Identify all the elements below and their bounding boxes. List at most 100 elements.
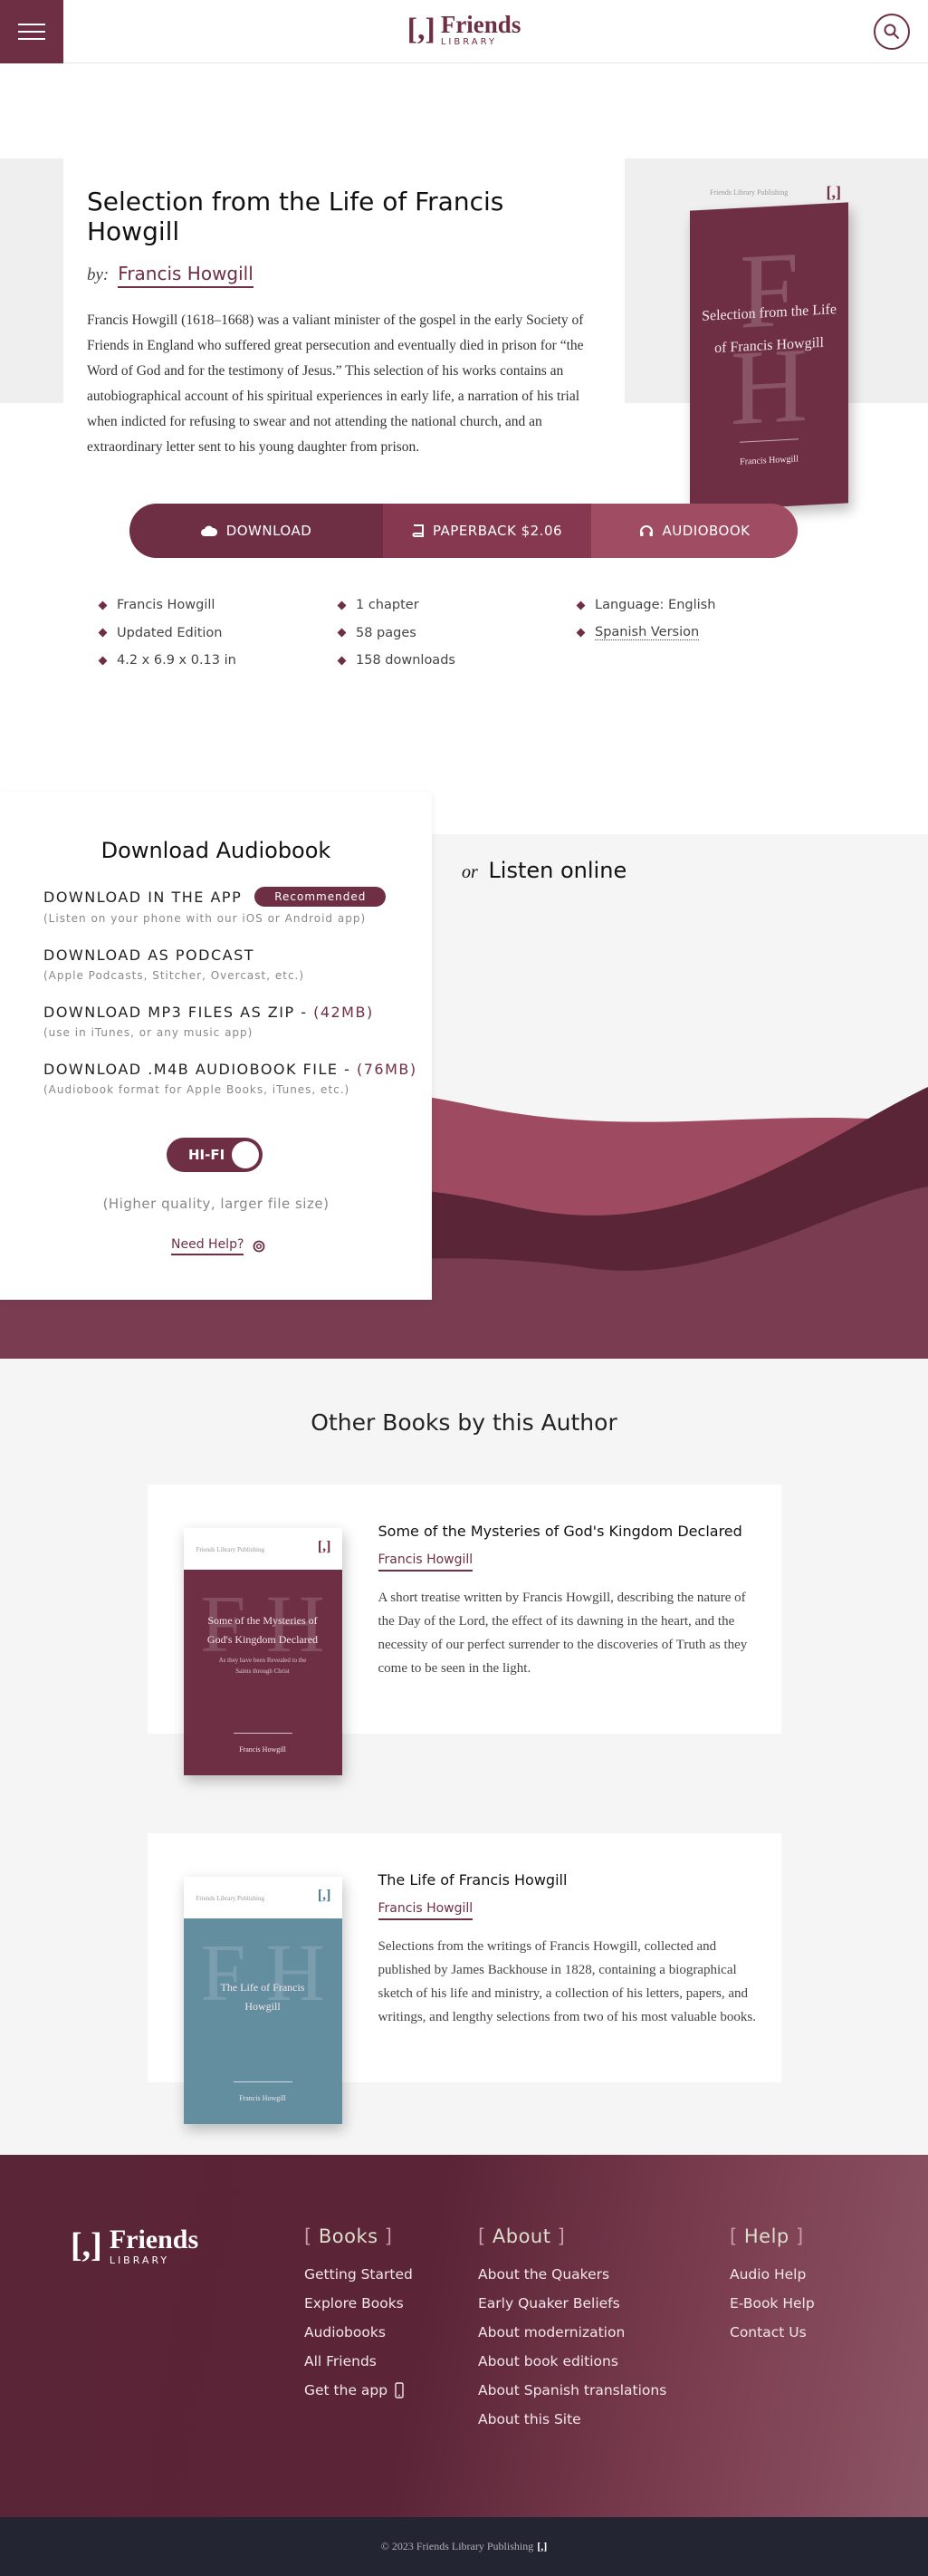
logo-mark: [,] (71, 2226, 102, 2264)
headphones-icon (639, 525, 653, 536)
download-in-app-option[interactable]: DOWNLOAD IN THE APP Recommended (Listen o… (43, 887, 432, 925)
book-cover[interactable]: Friends Library Publishing [,] F H Some … (183, 1528, 342, 1775)
option-description: (Listen on your phone with our iOS or An… (43, 912, 367, 925)
other-books-heading: Other Books by this Author (311, 1409, 617, 1436)
meta-text: Language: English (595, 598, 716, 612)
author-link[interactable]: Francis Howgill (118, 263, 254, 288)
cover-mark: [,] (317, 1888, 331, 1903)
cover-body: F H The Life of Francis Howgill Francis … (183, 1918, 342, 2124)
spanish-version-link[interactable]: Spanish Version (576, 625, 824, 640)
meta-pages: 58 pages (337, 625, 578, 640)
download-podcast-option[interactable]: DOWNLOAD AS PODCAST (Apple Podcasts, Sti… (43, 947, 432, 982)
footer-link[interactable]: Contact Us (730, 2318, 815, 2347)
cover-publisher: Friends Library Publishing (196, 1895, 264, 1902)
book-icon (412, 524, 424, 537)
meta-edition: Updated Edition (98, 625, 339, 640)
diamond-bullet-icon (337, 656, 347, 665)
meta-text: 1 chapter (356, 598, 419, 612)
site-logo[interactable]: [,] Friends LIBRARY (407, 13, 521, 47)
download-audiobook-card: Download Audiobook DOWNLOAD IN THE APP Re… (0, 793, 432, 1300)
footer-link[interactable]: All Friends (304, 2347, 413, 2376)
option-title: DOWNLOAD IN THE APP (43, 888, 243, 906)
option-size: (42MB) (313, 1004, 374, 1021)
copyright-bar: © 2023 Friends Library Publishing [,] (0, 2517, 928, 2576)
meta-author: Francis Howgill (98, 598, 339, 612)
footer-link-get-app[interactable]: Get the app (304, 2376, 413, 2405)
cover-publisher: Friends Library Publishing (196, 1546, 264, 1553)
toggle-knob (232, 1141, 259, 1168)
diamond-bullet-icon (576, 601, 586, 610)
option-title: DOWNLOAD AS PODCAST (43, 947, 255, 964)
download-label: DOWNLOAD (225, 523, 312, 539)
hifi-label: HI-FI (188, 1147, 225, 1163)
cover-author: Francis Howgill (740, 454, 799, 467)
footer-about-column: [ About ] About the Quakers Early Quaker… (478, 2225, 666, 2434)
footer-link[interactable]: Audio Help (730, 2260, 815, 2289)
footer-books-heading: [ Books ] (304, 2225, 393, 2247)
need-help-label: Need Help? (171, 1237, 244, 1255)
book-description: A short treatise written by Francis Howg… (378, 1591, 748, 1676)
audiobook-section: or Listen online Download Audiobook DOWN… (0, 793, 928, 1359)
cover-body: F H Some of the Mysteries of God's Kingd… (183, 1570, 342, 1775)
audiobook-button[interactable]: AUDIOBOOK (591, 504, 798, 558)
cover-mark: [,] (317, 1539, 331, 1554)
footer-help-heading: [ Help ] (730, 2225, 804, 2247)
search-button[interactable] (874, 14, 910, 50)
cloud-icon (200, 525, 217, 536)
footer-link[interactable]: About Spanish translations (478, 2376, 666, 2405)
footer-link[interactable]: About modernization (478, 2318, 666, 2347)
meta-language: Language: English (576, 598, 824, 612)
footer-link-label: Get the app (304, 2382, 388, 2398)
by-label: by: (87, 265, 110, 284)
book-meta: Francis Howgill 1 chapter Language: Engl… (98, 598, 824, 668)
listen-or: or (462, 862, 478, 882)
footer-link[interactable]: Getting Started (304, 2260, 413, 2289)
meta-downloads: 158 downloads (337, 653, 578, 668)
logo-word: Friends (440, 11, 521, 38)
footer-link[interactable]: Audiobooks (304, 2318, 413, 2347)
author-link[interactable]: Francis Howgill (378, 1552, 474, 1572)
footer-link[interactable]: Explore Books (304, 2289, 413, 2318)
quality-note: (Higher quality, larger file size) (102, 1196, 330, 1212)
menu-button[interactable] (0, 0, 63, 63)
footer-link[interactable]: E-Book Help (730, 2289, 815, 2318)
footer-logo[interactable]: [,] Friends LIBRARY (71, 2225, 198, 2265)
need-help-link[interactable]: Need Help? (171, 1237, 432, 1255)
diamond-bullet-icon (98, 656, 108, 665)
cover-author: Francis Howgill (239, 2094, 286, 2102)
hifi-toggle[interactable]: HI-FI (167, 1138, 263, 1172)
download-m4b-option[interactable]: DOWNLOAD .M4B AUDIOBOOK FILE - (76MB) (A… (43, 1061, 432, 1096)
book-info-card: Selection from the Life of Francis Howgi… (63, 127, 625, 487)
book-title[interactable]: Some of the Mysteries of God's Kingdom D… (378, 1523, 759, 1540)
download-mp3-option[interactable]: DOWNLOAD MP3 FILES AS ZIP - (42MB) (use … (43, 1004, 432, 1039)
cover-subtitle: As they have been Revealed to the Saints… (218, 1657, 307, 1675)
option-description: (Audiobook format for Apple Books, iTune… (43, 1083, 350, 1096)
diamond-bullet-icon (576, 628, 586, 638)
footer-link[interactable]: About book editions (478, 2347, 666, 2376)
cover-publisher: Friends Library Publishing (710, 188, 789, 197)
diamond-bullet-icon (98, 601, 108, 610)
paperback-button[interactable]: PAPERBACK $2.06 (383, 504, 591, 558)
footer-link[interactable]: About this Site (478, 2405, 666, 2434)
download-button[interactable]: DOWNLOAD (129, 504, 383, 558)
phone-icon (395, 2382, 404, 2398)
meta-text: Spanish Version (595, 625, 700, 640)
hamburger-icon (18, 38, 45, 40)
copyright-text: © 2023 Friends Library Publishing (380, 2540, 534, 2552)
logo-sub: LIBRARY (109, 2254, 170, 2266)
meta-dimensions: 4.2 x 6.9 x 0.13 in (98, 653, 339, 668)
author-link[interactable]: Francis Howgill (378, 1901, 474, 1920)
book-title[interactable]: The Life of Francis Howgill (378, 1871, 759, 1889)
cover-title: Some of the Mysteries of God's Kingdom D… (206, 1614, 319, 1646)
book-title: Selection from the Life of Francis Howgi… (87, 187, 504, 246)
logo-word: Friends (109, 2224, 199, 2254)
audiobook-label: AUDIOBOOK (662, 523, 751, 539)
footer-help-column: [ Help ] Audio Help E-Book Help Contact … (730, 2225, 815, 2347)
book-cover[interactable]: F H Selection from the Life of Francis H… (690, 202, 848, 512)
logo-mark: [,] (407, 13, 435, 46)
book-description: Francis Howgill (1618–1668) was a valian… (87, 312, 584, 455)
footer-link[interactable]: About the Quakers (478, 2260, 666, 2289)
listen-online-heading: or Listen online (462, 858, 627, 883)
book-cover[interactable]: Friends Library Publishing [,] F H The L… (183, 1877, 342, 2124)
footer-link[interactable]: Early Quaker Beliefs (478, 2289, 666, 2318)
